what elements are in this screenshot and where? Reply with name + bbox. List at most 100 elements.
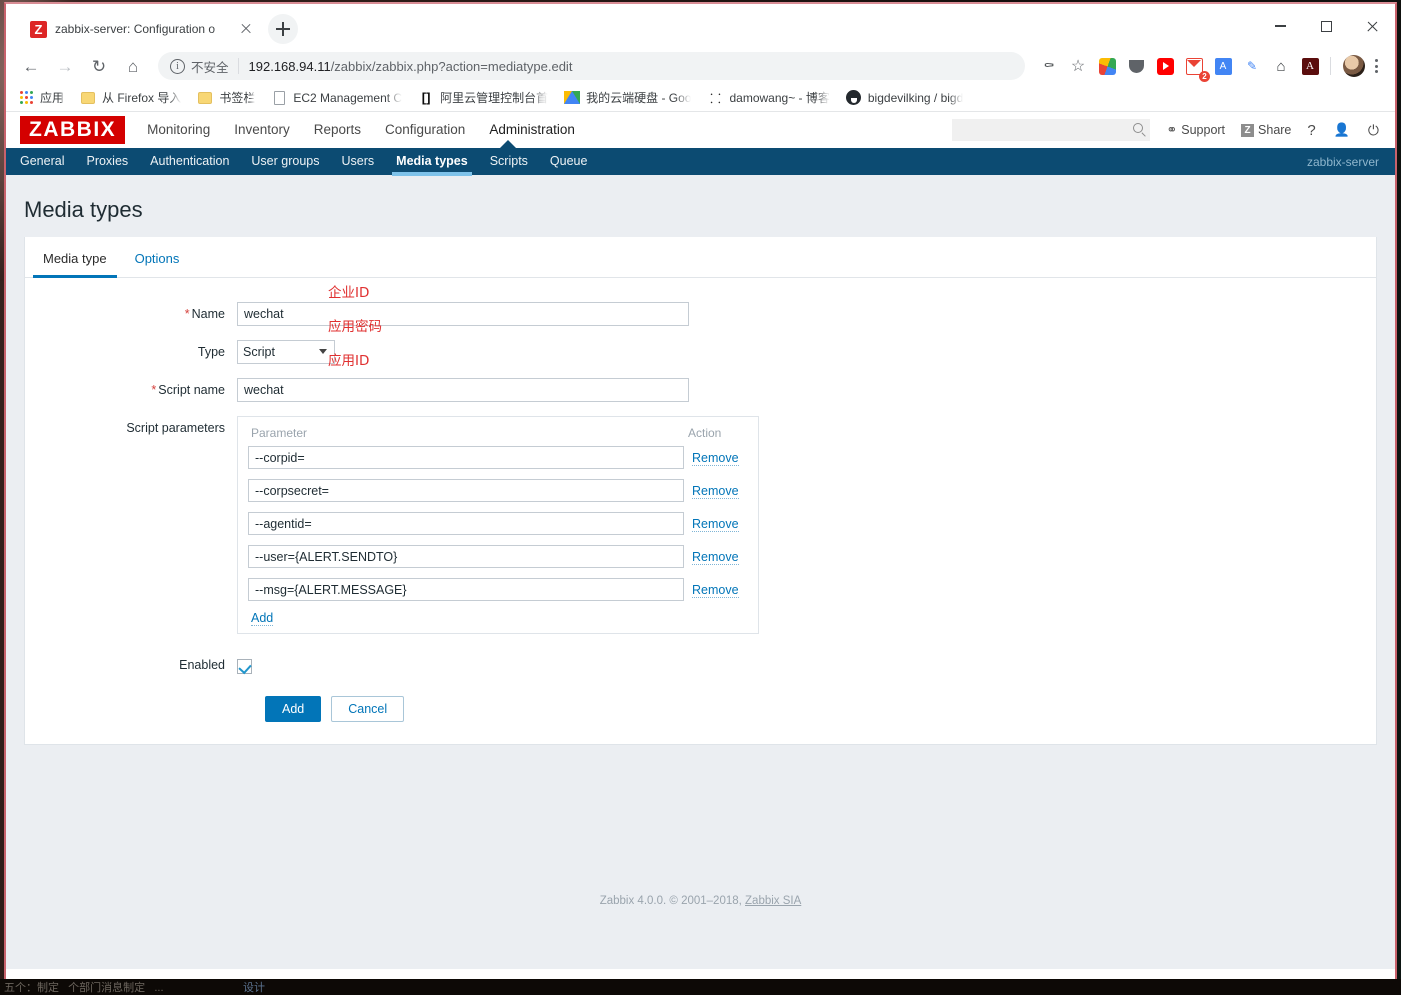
search-input[interactable] [952, 120, 1123, 140]
nav-item-configuration[interactable]: Configuration [385, 112, 465, 148]
name-label: * Name [25, 302, 237, 321]
remove-parameter-link[interactable]: Remove [684, 582, 748, 598]
taskbar-text: 五个：制定 个部门消息制定 ... [4, 982, 164, 994]
bookmark-apps[interactable]: 应用 [18, 89, 64, 106]
share-link[interactable]: Z Share [1241, 123, 1291, 137]
remove-parameter-link[interactable]: Remove [684, 516, 748, 532]
field-row-script-parameters: Script parameters Parameter Action Remov… [25, 416, 1376, 634]
sidebar-item-proxies[interactable]: Proxies [86, 148, 128, 175]
zabbix-header: ZABBIX Monitoring Inventory Reports Conf… [6, 112, 1395, 148]
forward-button[interactable]: → [50, 51, 80, 81]
apps-grid-icon [18, 90, 34, 106]
remove-parameter-link[interactable]: Remove [684, 450, 748, 466]
user-profile-icon[interactable]: 👤 [1334, 122, 1350, 138]
tab-media-type[interactable]: Media type [29, 237, 121, 278]
bookmark-label: bigdevilking / bigd [867, 90, 964, 105]
script-parameters-table: Parameter Action Remove Remove [237, 416, 759, 634]
parameter-input-corpid[interactable] [248, 446, 684, 469]
nav-item-reports[interactable]: Reports [314, 112, 361, 148]
bookmark-github-repo[interactable]: bigdevilking / bigd [846, 90, 963, 106]
back-button[interactable]: ← [16, 51, 46, 81]
bookmarks-bar: 应用 从 Firefox 导入 书签栏 EC2 Management C [] … [6, 84, 1395, 112]
profile-avatar[interactable] [1341, 53, 1367, 79]
bookmark-aliyun-console[interactable]: [] 阿里云管理控制台首 [418, 89, 548, 106]
sidebar-item-user-groups[interactable]: User groups [251, 148, 319, 175]
support-link[interactable]: ⚭ Support [1166, 122, 1225, 138]
enabled-checkbox[interactable] [237, 659, 252, 674]
address-bar[interactable]: i 不安全 192.168.94.11/zabbix/zabbix.php?ac… [158, 52, 1025, 80]
power-signout-icon[interactable]: ⏻ [1368, 122, 1379, 139]
aliyun-icon: [] [421, 90, 431, 105]
chrome-menu-icon[interactable] [1367, 55, 1385, 77]
pocket-icon[interactable] [1123, 53, 1149, 79]
global-search[interactable] [952, 119, 1151, 141]
bookmark-firefox-import[interactable]: 从 Firefox 导入 [80, 89, 181, 106]
site-info-icon[interactable]: i [170, 58, 185, 74]
type-select[interactable]: Script [237, 340, 335, 364]
nav-item-inventory[interactable]: Inventory [234, 112, 290, 148]
script-name-input[interactable] [237, 378, 689, 402]
close-window-button[interactable] [1349, 4, 1395, 48]
cancel-button[interactable]: Cancel [331, 696, 405, 722]
bookmark-bookmarks-folder[interactable]: 书签栏 [197, 89, 255, 106]
bookmark-google-drive[interactable]: 我的云端硬盘 - Goo [564, 89, 691, 106]
headset-icon: ⚭ [1166, 122, 1178, 137]
new-tab-button[interactable] [268, 14, 298, 44]
browser-tab[interactable]: Z zabbix-server: Configuration o [22, 10, 262, 48]
zabbix-header-right: ⚭ Support Z Share ? 👤 ⏻ [952, 119, 1395, 141]
add-button[interactable]: Add [265, 696, 322, 722]
sidebar-item-general[interactable]: General [20, 148, 64, 175]
media-type-form-card: Media type Options *Name Type Script [24, 237, 1377, 745]
reload-button[interactable]: ↻ [84, 51, 114, 81]
type-select-wrapper[interactable]: Script [237, 340, 335, 364]
parameter-input-agentid[interactable] [248, 512, 684, 535]
tab-options[interactable]: Options [121, 237, 194, 277]
help-icon[interactable]: ? [1307, 122, 1315, 139]
parameter-input-corpsecret[interactable] [248, 479, 684, 502]
google-translate-icon[interactable]: A [1210, 53, 1236, 79]
bookmark-damowang-blog[interactable]: ⸬ damowang~ - 博客 [707, 89, 830, 106]
remove-parameter-link[interactable]: Remove [684, 483, 748, 499]
table-row: Remove [248, 479, 748, 502]
close-tab-icon[interactable] [238, 21, 254, 37]
bookmark-label: 阿里云管理控制台首 [440, 91, 549, 105]
search-icon[interactable] [1133, 123, 1144, 133]
name-input[interactable] [237, 302, 689, 326]
google-docs-icon[interactable]: ✎ [1239, 53, 1265, 79]
bookmark-ec2-management[interactable]: EC2 Management C [271, 90, 402, 106]
password-key-icon[interactable]: ⚰ [1036, 53, 1062, 79]
remove-parameter-link[interactable]: Remove [684, 549, 748, 565]
youtube-icon[interactable] [1152, 53, 1178, 79]
gmail-icon[interactable]: 2 [1181, 53, 1210, 82]
parameter-input-user[interactable] [248, 545, 684, 568]
minimize-button[interactable] [1257, 4, 1303, 48]
remove-label: Remove [692, 483, 739, 499]
add-parameter-link[interactable]: Add [248, 611, 748, 626]
script-name-label-text: Script name [158, 383, 225, 397]
sidebar-item-scripts[interactable]: Scripts [490, 148, 528, 175]
google-photos-icon[interactable] [1094, 53, 1120, 79]
remove-label: Remove [692, 450, 739, 466]
table-row: Remove [248, 512, 748, 535]
zabbix-sia-link[interactable]: Zabbix SIA [745, 895, 801, 907]
sidebar-item-queue[interactable]: Queue [550, 148, 588, 175]
home-extension-icon[interactable]: ⌂ [1268, 53, 1294, 79]
home-button[interactable]: ⌂ [118, 51, 148, 81]
sidebar-item-authentication[interactable]: Authentication [150, 148, 229, 175]
zabbix-logo[interactable]: ZABBIX [20, 116, 126, 144]
bookmark-star-icon[interactable]: ☆ [1065, 53, 1091, 79]
share-label: Share [1258, 123, 1292, 137]
required-marker: * [184, 307, 190, 321]
sidebar-item-media-types[interactable]: Media types [392, 148, 472, 176]
remove-label: Remove [692, 549, 739, 565]
page-footer: Zabbix 4.0.0. © 2001–2018, Zabbix SIA [6, 745, 1395, 907]
nav-item-monitoring[interactable]: Monitoring [147, 112, 210, 148]
maximize-button[interactable] [1303, 4, 1349, 48]
zabbix-favicon: Z [30, 20, 47, 38]
field-row-name: * Name [25, 302, 1376, 326]
parameter-input-msg[interactable] [248, 578, 684, 601]
params-table-header: Parameter Action [248, 423, 748, 446]
adobe-acrobat-icon[interactable]: A [1297, 53, 1323, 79]
script-name-label: * Script name [25, 378, 237, 397]
sidebar-item-users[interactable]: Users [342, 148, 375, 175]
